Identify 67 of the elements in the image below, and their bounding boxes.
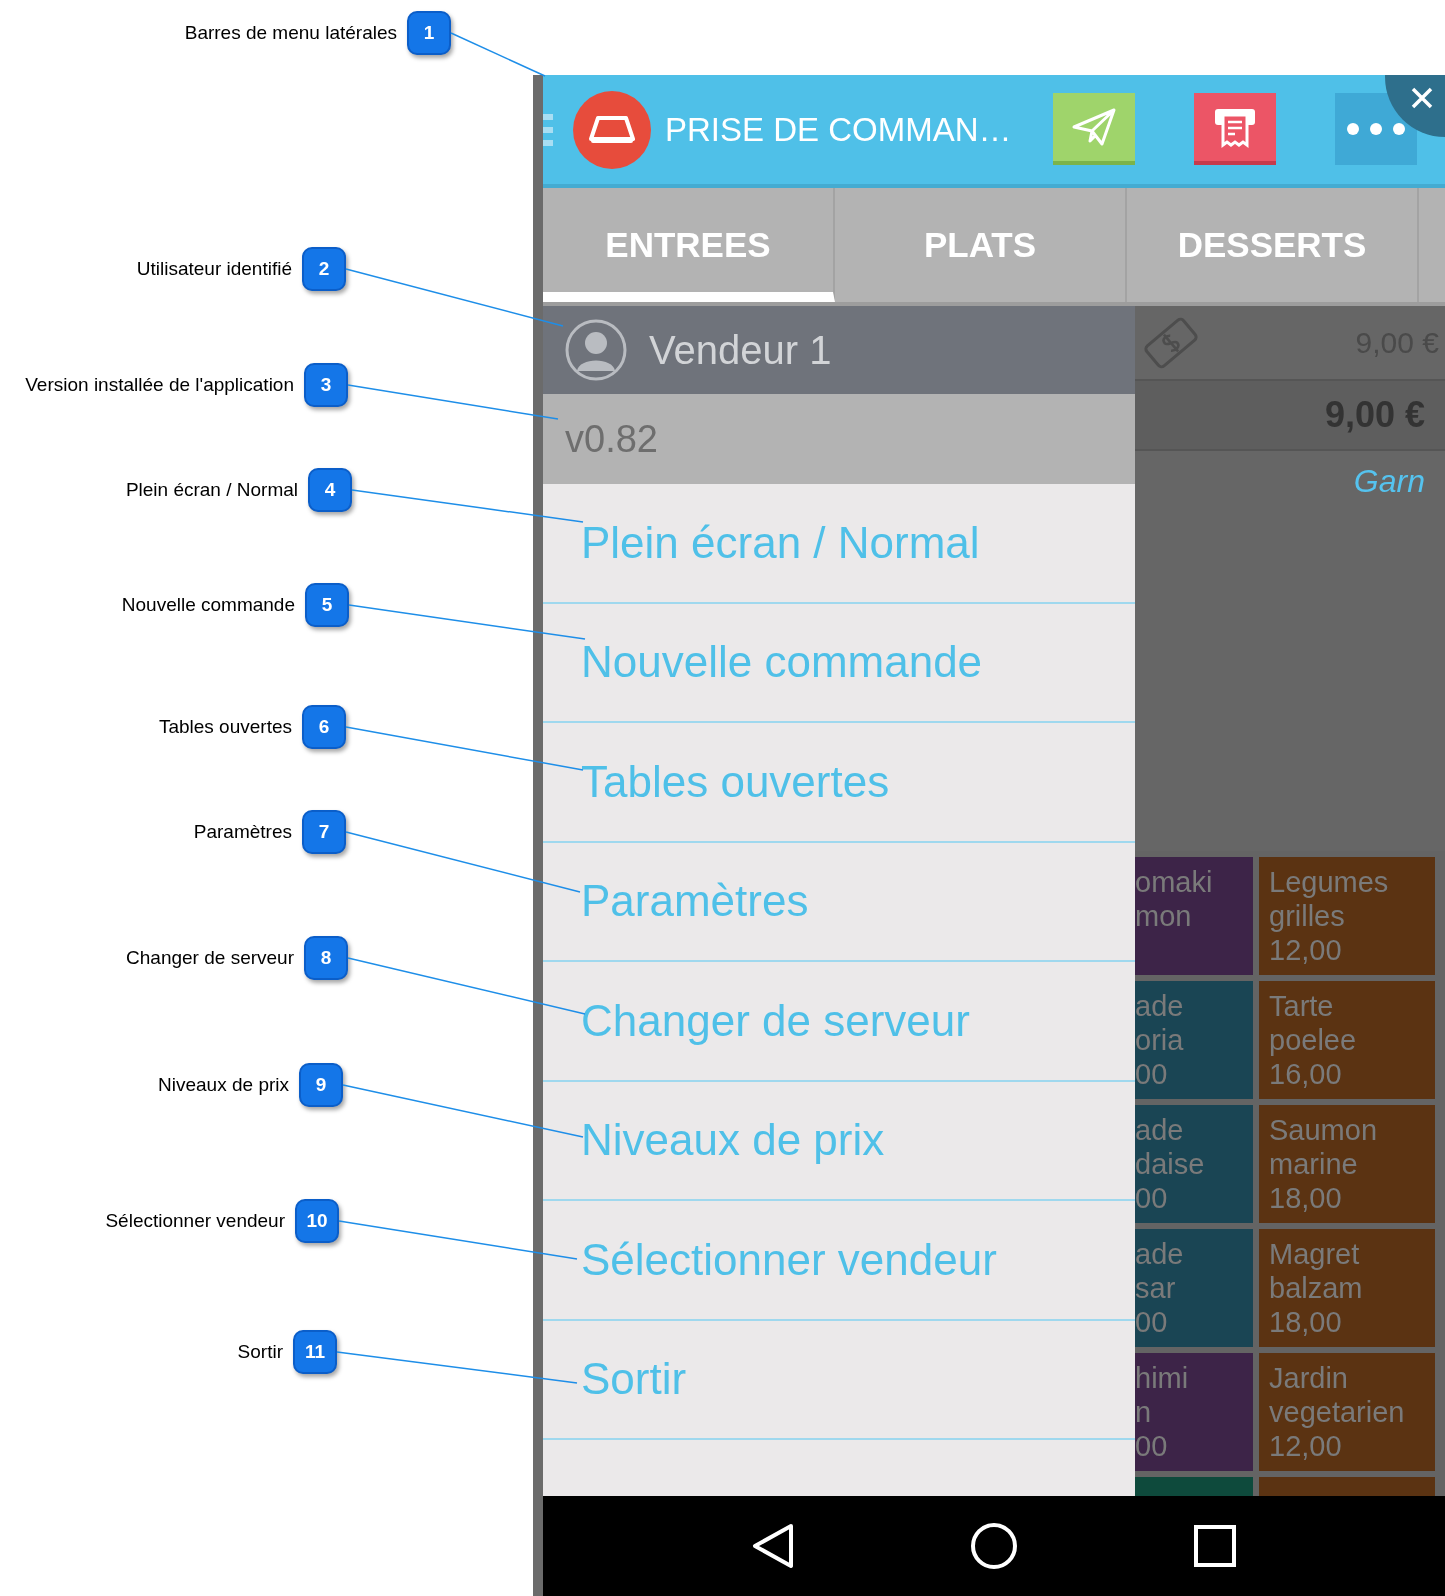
tile-text: vegetarien [1269, 1395, 1406, 1429]
tile-text: 18,00 [1269, 1305, 1343, 1339]
tile-text: 00 [1135, 1305, 1169, 1339]
callout-label: Sélectionner vendeur [105, 1208, 285, 1233]
user-name: Vendeur 1 [649, 327, 832, 374]
tile-text: balzam [1269, 1271, 1364, 1305]
tile-text: Saumon [1269, 1113, 1378, 1147]
number-badge: 1 [407, 11, 451, 55]
column-label: Garn [1353, 462, 1425, 501]
callout-label: Sortir [237, 1339, 283, 1364]
tile-text: ade [1135, 1113, 1185, 1147]
callout-label: Changer de serveur [126, 945, 294, 970]
tile-text: mon [1135, 899, 1193, 933]
paper-plane-icon [1072, 107, 1116, 147]
tile-text: 18,00 [1269, 1181, 1343, 1215]
square-icon [1193, 1524, 1238, 1568]
more-dots-icon [1346, 122, 1406, 136]
tile-text: himi [1135, 1361, 1190, 1395]
callout-label: Nouvelle commande [121, 592, 295, 617]
number-badge: 10 [295, 1199, 339, 1243]
tab[interactable]: PLATS [835, 188, 1127, 302]
version-text: v0.82 [565, 416, 658, 462]
callout-label: Utilisateur identifié [136, 256, 292, 281]
number-badge: 3 [304, 363, 348, 407]
tile-text: Jardin [1269, 1361, 1349, 1395]
tile-text: omaki [1135, 865, 1214, 899]
tile-text: daise [1135, 1147, 1206, 1181]
tile-text: 16,00 [1269, 1057, 1343, 1091]
tile-text: sar [1135, 1271, 1177, 1305]
close-icon [1411, 87, 1433, 109]
tablet-icon [589, 114, 635, 145]
back-triangle-icon [750, 1522, 795, 1570]
number-badge: 5 [305, 583, 349, 627]
number-badge: 2 [302, 247, 346, 291]
number-badge: 11 [293, 1330, 337, 1374]
number-badge: 8 [304, 936, 348, 980]
tile-text: ade [1135, 1237, 1185, 1271]
tile-text: 12,00 [1269, 933, 1343, 967]
callout-label: Niveaux de prix [158, 1072, 289, 1097]
callout-label: Paramètres [193, 819, 292, 844]
tile-text: grilles [1269, 899, 1346, 933]
tile-text: n [1135, 1395, 1153, 1429]
tile-text: oria [1135, 1023, 1185, 1057]
callout-label: Plein écran / Normal [125, 477, 298, 502]
receipt-button[interactable] [1194, 93, 1276, 165]
home-circle-icon [970, 1522, 1018, 1570]
tile-text: Tarte [1269, 989, 1335, 1023]
number-badge: 7 [302, 810, 346, 854]
app-title: PRISE DE COMMAN… [665, 109, 1012, 150]
number-badge: 4 [308, 468, 352, 512]
number-badge: 9 [299, 1063, 343, 1107]
number-badge: 6 [302, 705, 346, 749]
menu-icon [543, 111, 553, 148]
tile-text: 12,00 [1269, 1429, 1343, 1463]
tile-text: Legumes [1269, 865, 1390, 899]
tab[interactable]: DESSERTS [1127, 188, 1419, 302]
tile-text: ade [1135, 989, 1185, 1023]
callout-label: Tables ouvertes [158, 714, 292, 739]
tile-text: 00 [1135, 1057, 1169, 1091]
callout-label: Barres de menu latérales [184, 20, 397, 45]
tile-text: 00 [1135, 1429, 1169, 1463]
user-avatar-icon [565, 319, 627, 381]
callout-label: Version installée de l'application [25, 372, 294, 397]
tile-text: poelee [1269, 1023, 1358, 1057]
tile-text: Magret [1269, 1237, 1361, 1271]
tile-text: marine [1269, 1147, 1359, 1181]
tile-text: 00 [1135, 1181, 1169, 1215]
